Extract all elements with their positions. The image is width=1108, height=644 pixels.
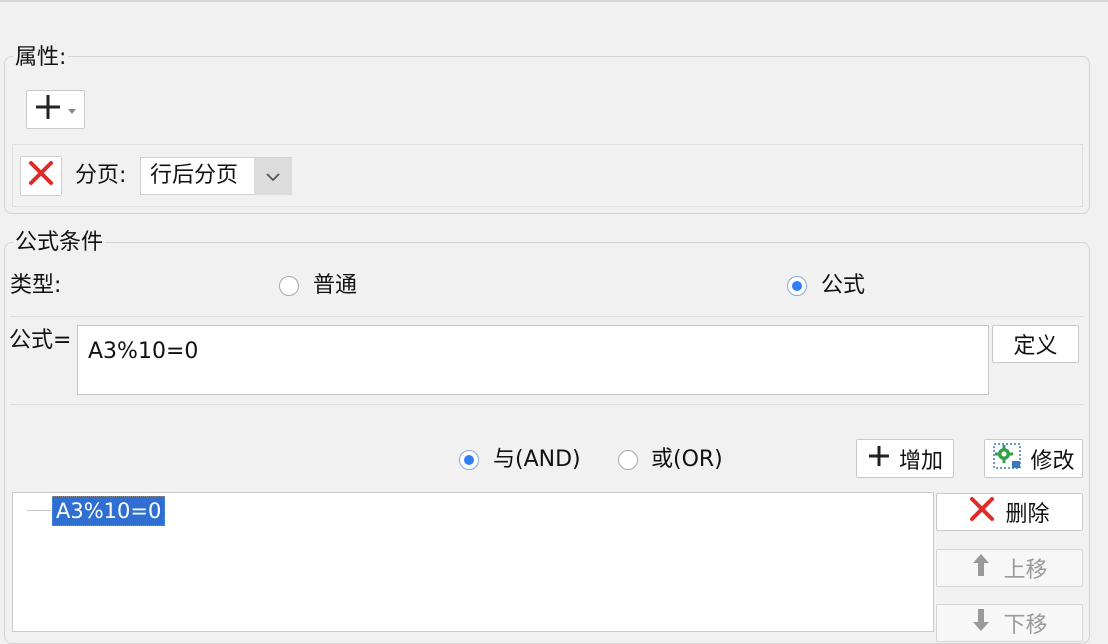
logic-or-radio[interactable] <box>618 450 638 470</box>
formula-label: 公式= <box>9 328 72 353</box>
chevron-down-icon[interactable] <box>254 158 292 195</box>
modify-condition-button-label: 修改 <box>1030 448 1075 474</box>
tree-connector <box>27 510 51 511</box>
logic-and-radio[interactable] <box>459 450 479 470</box>
type-normal-radio[interactable] <box>279 276 299 296</box>
properties-legend: 属性: <box>13 43 69 73</box>
pagination-select[interactable]: 行后分页 <box>140 157 292 195</box>
define-button-label: 定义 <box>1013 334 1058 359</box>
arrow-down-icon <box>971 607 991 639</box>
divider <box>10 316 1084 317</box>
top-divider <box>0 0 1108 2</box>
define-button[interactable]: 定义 <box>992 325 1079 363</box>
move-down-button[interactable]: 下移 <box>936 604 1083 642</box>
remove-pagination-button[interactable] <box>20 156 62 196</box>
type-label: 类型: <box>10 273 62 298</box>
type-normal-label[interactable]: 普通 <box>313 271 357 301</box>
tree-item[interactable]: A3%10=0 <box>52 496 166 526</box>
move-up-button[interactable]: 上移 <box>936 549 1083 587</box>
divider <box>10 404 1084 405</box>
modify-condition-button[interactable]: 修改 <box>984 439 1083 478</box>
add-condition-button-label: 增加 <box>898 448 943 474</box>
dropdown-arrow-icon <box>67 97 77 122</box>
arrow-up-icon <box>971 552 991 584</box>
delete-x-icon <box>27 159 55 193</box>
edit-gear-icon <box>992 442 1022 476</box>
delete-x-icon <box>969 496 995 528</box>
delete-condition-button-label: 删除 <box>1005 502 1050 527</box>
pagination-label: 分页: <box>75 163 127 188</box>
formula-condition-legend: 公式条件 <box>13 228 106 258</box>
logic-and-label[interactable]: 与(AND) <box>493 445 581 475</box>
move-up-button-label: 上移 <box>1003 558 1048 583</box>
pagination-select-value: 行后分页 <box>150 163 239 188</box>
add-property-button[interactable] <box>26 90 85 129</box>
formula-input[interactable]: A3%10=0 <box>77 325 989 395</box>
logic-or-label[interactable]: 或(OR) <box>651 445 723 475</box>
formula-input-value: A3%10=0 <box>88 339 199 364</box>
plus-icon <box>867 444 891 474</box>
condition-tree[interactable]: A3%10=0 <box>12 492 934 632</box>
plus-icon <box>33 92 63 128</box>
type-formula-radio[interactable] <box>787 276 807 296</box>
delete-condition-button[interactable]: 删除 <box>936 493 1083 531</box>
add-condition-button[interactable]: 增加 <box>856 439 954 478</box>
move-down-button-label: 下移 <box>1003 613 1048 638</box>
type-formula-label[interactable]: 公式 <box>821 271 865 301</box>
